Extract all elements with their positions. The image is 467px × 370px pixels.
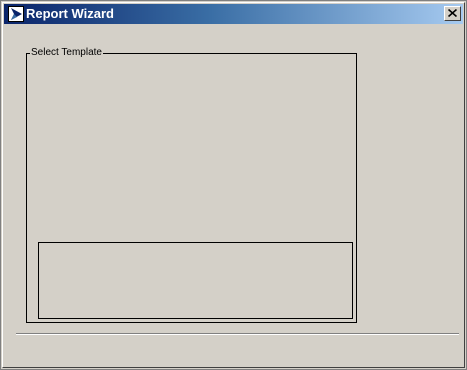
close-icon <box>448 9 457 17</box>
close-button[interactable] <box>444 6 461 21</box>
report-wizard-window: Report Wizard Select Template <box>0 0 467 370</box>
button-area-separator <box>16 333 459 335</box>
template-description-area <box>38 242 353 319</box>
report-wizard-app-icon[interactable] <box>8 6 24 22</box>
select-template-legend: Select Template <box>30 47 103 59</box>
select-template-group: Select Template <box>26 47 357 323</box>
title-bar[interactable]: Report Wizard <box>4 4 463 24</box>
window-title: Report Wizard <box>26 6 114 21</box>
